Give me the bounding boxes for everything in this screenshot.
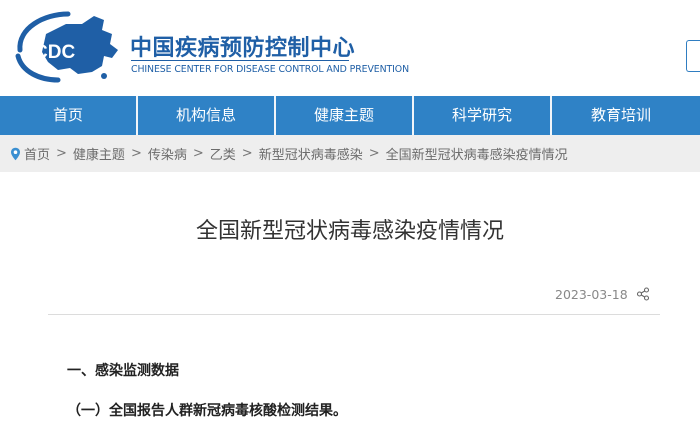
breadcrumb-separator: > (241, 146, 253, 161)
main-nav: 首页 机构信息 健康主题 科学研究 教育培训 (0, 96, 700, 135)
nav-item-organization[interactable]: 机构信息 (138, 96, 276, 135)
breadcrumb-class-b[interactable]: 乙类 (210, 144, 236, 163)
breadcrumb-health-topics[interactable]: 健康主题 (73, 144, 125, 163)
breadcrumb-separator: > (56, 146, 67, 161)
breadcrumb-separator: > (130, 146, 142, 161)
search-box-edge[interactable] (686, 40, 700, 72)
share-icon[interactable] (636, 287, 650, 301)
org-name-en: CHINESE CENTER FOR DISEASE CONTROL AND P… (131, 64, 409, 75)
breadcrumb-covid-infection[interactable]: 新型冠状病毒感染 (259, 144, 363, 163)
subsection-heading: （一）全国报告人群新冠病毒核酸检测结果。 (67, 403, 347, 419)
breadcrumb-separator: > (368, 146, 380, 161)
nav-item-training[interactable]: 教育培训 (552, 96, 690, 135)
org-name-divider (131, 60, 349, 61)
nav-item-health-topics[interactable]: 健康主题 (276, 96, 414, 135)
breadcrumb-separator: > (192, 146, 204, 161)
cdc-logo[interactable]: CDC (12, 10, 124, 84)
section-heading: 一、感染监测数据 (67, 363, 179, 379)
nav-item-research[interactable]: 科学研究 (414, 96, 552, 135)
org-name-cn[interactable]: 中国疾病预防控制中心 (130, 30, 355, 62)
article-divider (48, 314, 660, 315)
location-pin-icon (11, 147, 20, 160)
breadcrumb-home[interactable]: 首页 (24, 144, 50, 163)
breadcrumb-current-page[interactable]: 全国新型冠状病毒感染疫情情况 (386, 144, 568, 163)
article-date: 2023-03-18 (555, 287, 628, 302)
logo-text: CDC (34, 42, 75, 63)
nav-item-home[interactable]: 首页 (0, 96, 138, 135)
article-title: 全国新型冠状病毒感染疫情情况 (195, 219, 504, 244)
breadcrumb: 首页 > 健康主题 > 传染病 > 乙类 > 新型冠状病毒感染 > 全国新型冠状… (0, 135, 700, 172)
site-header: CDC 中国疾病预防控制中心 CHINESE CENTER FOR DISEAS… (0, 0, 700, 96)
breadcrumb-infectious-disease[interactable]: 传染病 (148, 144, 187, 163)
